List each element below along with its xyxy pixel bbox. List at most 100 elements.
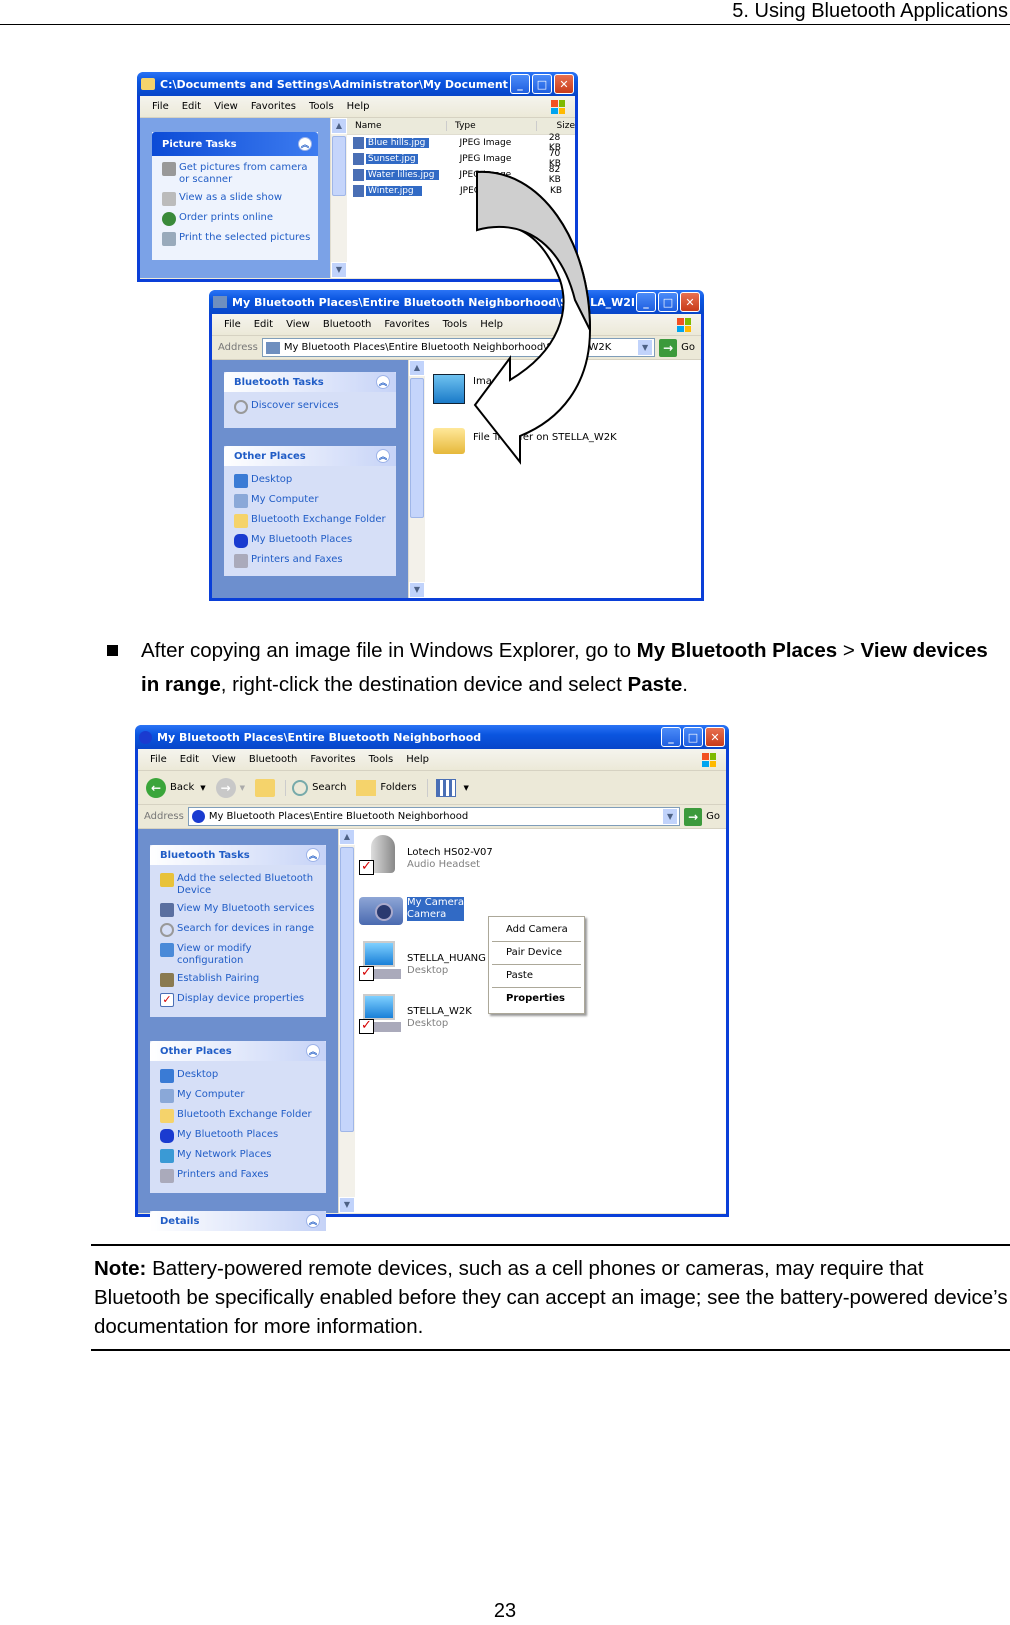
minimize-button[interactable]: _ bbox=[510, 74, 530, 94]
title-bar[interactable]: My Bluetooth Places\Entire Bluetooth Nei… bbox=[209, 290, 704, 314]
vertical-scrollbar[interactable]: ▲ ▼ bbox=[338, 829, 355, 1213]
menu-bluetooth[interactable]: Bluetooth bbox=[249, 754, 298, 765]
menu-favorites[interactable]: Favorites bbox=[251, 101, 296, 112]
place-my-computer[interactable]: My Computer bbox=[234, 494, 390, 508]
title-bar[interactable]: My Bluetooth Places\Entire Bluetooth Nei… bbox=[135, 725, 729, 749]
task-device-properties[interactable]: ✓ Display device properties bbox=[160, 993, 320, 1007]
place-printers-faxes[interactable]: Printers and Faxes bbox=[160, 1169, 320, 1183]
context-properties[interactable]: Properties bbox=[492, 988, 581, 1011]
bluetooth-tasks-header[interactable]: Bluetooth Tasks ︽ bbox=[150, 845, 326, 865]
folders-button[interactable]: Folders bbox=[356, 779, 417, 796]
menu-tools[interactable]: Tools bbox=[309, 101, 334, 112]
place-bluetooth-places[interactable]: My Bluetooth Places bbox=[234, 534, 390, 548]
bluetooth-tasks-header[interactable]: Bluetooth Tasks ︽ bbox=[224, 372, 396, 392]
menu-view[interactable]: View bbox=[214, 101, 238, 112]
menu-tools[interactable]: Tools bbox=[369, 754, 394, 765]
other-places-header[interactable]: Other Places ︽ bbox=[150, 1041, 326, 1061]
close-button[interactable]: ✕ bbox=[680, 292, 700, 312]
place-exchange-folder[interactable]: Bluetooth Exchange Folder bbox=[234, 514, 390, 528]
menu-view[interactable]: View bbox=[286, 319, 310, 330]
column-type[interactable]: Type bbox=[447, 121, 537, 131]
menu-view[interactable]: View bbox=[212, 754, 236, 765]
minimize-button[interactable]: _ bbox=[661, 727, 681, 747]
menu-help[interactable]: Help bbox=[347, 101, 370, 112]
address-input[interactable]: My Bluetooth Places\Entire Bluetooth Nei… bbox=[261, 338, 656, 357]
expand-icon[interactable]: ︽ bbox=[306, 1214, 320, 1228]
maximize-button[interactable]: □ bbox=[532, 74, 552, 94]
place-my-computer[interactable]: My Computer bbox=[160, 1089, 320, 1103]
scroll-thumb[interactable] bbox=[410, 378, 424, 518]
context-add-camera[interactable]: Add Camera bbox=[492, 919, 581, 942]
vertical-scrollbar[interactable]: ▲ ▼ bbox=[408, 360, 425, 598]
collapse-icon[interactable]: ︽ bbox=[306, 848, 320, 862]
scroll-thumb[interactable] bbox=[332, 136, 346, 196]
place-bluetooth-places[interactable]: My Bluetooth Places bbox=[160, 1129, 320, 1143]
menu-edit[interactable]: Edit bbox=[182, 101, 201, 112]
address-input[interactable]: My Bluetooth Places\Entire Bluetooth Nei… bbox=[187, 807, 681, 826]
menu-edit[interactable]: Edit bbox=[180, 754, 199, 765]
menu-file[interactable]: File bbox=[152, 101, 169, 112]
menu-file[interactable]: File bbox=[150, 754, 167, 765]
menu-help[interactable]: Help bbox=[480, 319, 503, 330]
place-exchange-folder[interactable]: Bluetooth Exchange Folder bbox=[160, 1109, 320, 1123]
task-print-pictures[interactable]: Print the selected pictures bbox=[162, 232, 312, 246]
back-button[interactable]: ← Back ▼ bbox=[146, 777, 206, 798]
details-header[interactable]: Details ︽ bbox=[150, 1211, 326, 1231]
service-file-transfer[interactable]: File Transfer on STELLA_W2K bbox=[429, 418, 617, 458]
collapse-icon[interactable]: ︽ bbox=[376, 449, 390, 463]
task-search-devices[interactable]: Search for devices in range bbox=[160, 923, 320, 937]
menu-favorites[interactable]: Favorites bbox=[384, 319, 429, 330]
scroll-up-button[interactable]: ▲ bbox=[339, 829, 355, 845]
context-paste[interactable]: Paste bbox=[492, 965, 581, 988]
service-imaging[interactable]: Imaging on bbox=[429, 366, 529, 406]
collapse-icon[interactable]: ︽ bbox=[306, 1044, 320, 1058]
picture-tasks-header[interactable]: Picture Tasks ︽ bbox=[152, 132, 318, 156]
search-button[interactable]: Search bbox=[285, 779, 346, 796]
place-network-places[interactable]: My Network Places bbox=[160, 1149, 320, 1163]
context-pair-device[interactable]: Pair Device bbox=[492, 942, 581, 965]
scroll-down-button[interactable]: ▼ bbox=[339, 1197, 355, 1213]
task-add-device[interactable]: Add the selected Bluetooth Device bbox=[160, 873, 320, 897]
file-row[interactable]: Winter.jpg JPEG Image KB bbox=[347, 183, 575, 199]
forward-button[interactable]: → ▼ bbox=[215, 777, 245, 798]
close-button[interactable]: ✕ bbox=[554, 74, 574, 94]
go-button[interactable]: → Go bbox=[684, 807, 720, 826]
views-button[interactable]: ▼ bbox=[426, 778, 469, 797]
menu-help[interactable]: Help bbox=[406, 754, 429, 765]
scroll-thumb[interactable] bbox=[340, 847, 354, 1132]
maximize-button[interactable]: □ bbox=[658, 292, 678, 312]
task-view-services[interactable]: View My Bluetooth services bbox=[160, 903, 320, 917]
column-name[interactable]: Name bbox=[347, 121, 447, 131]
task-modify-configuration[interactable]: View or modify configuration bbox=[160, 943, 320, 967]
left-scrollbar[interactable]: ▲ ▼ bbox=[330, 118, 347, 278]
title-bar[interactable]: C:\Documents and Settings\Administrator\… bbox=[137, 72, 578, 96]
scroll-down-button[interactable]: ▼ bbox=[331, 262, 347, 278]
menu-bluetooth[interactable]: Bluetooth bbox=[323, 319, 372, 330]
minimize-button[interactable]: _ bbox=[636, 292, 656, 312]
place-printers-faxes[interactable]: Printers and Faxes bbox=[234, 554, 390, 568]
scroll-down-button[interactable]: ▼ bbox=[409, 582, 425, 598]
file-row[interactable]: Sunset.jpg JPEG Image 70 KB bbox=[347, 149, 575, 169]
device-stella-huang[interactable]: ✓ STELLA_HUANG Desktop bbox=[359, 941, 486, 981]
place-desktop[interactable]: Desktop bbox=[160, 1069, 320, 1083]
file-row[interactable]: Water lilies.jpg JPEG Image 82 KB bbox=[347, 165, 575, 185]
menu-favorites[interactable]: Favorites bbox=[310, 754, 355, 765]
task-discover-services[interactable]: Discover services bbox=[234, 400, 390, 414]
scroll-up-button[interactable]: ▲ bbox=[409, 360, 425, 376]
address-dropdown[interactable]: ▼ bbox=[637, 339, 654, 356]
device-stella-w2k[interactable]: ✓ STELLA_W2K Desktop bbox=[359, 994, 472, 1034]
up-folder-button[interactable] bbox=[255, 778, 276, 797]
task-order-prints[interactable]: Order prints online bbox=[162, 212, 312, 226]
place-desktop[interactable]: Desktop bbox=[234, 474, 390, 488]
menu-tools[interactable]: Tools bbox=[443, 319, 468, 330]
file-row[interactable]: Blue hills.jpg JPEG Image 28 KB bbox=[347, 133, 575, 153]
column-size[interactable]: Size bbox=[537, 121, 575, 131]
maximize-button[interactable]: □ bbox=[683, 727, 703, 747]
collapse-icon[interactable]: ︽ bbox=[298, 137, 312, 151]
device-headset[interactable]: ✓ Lotech HS02-V07 Audio Headset bbox=[359, 835, 493, 875]
task-slide-show[interactable]: View as a slide show bbox=[162, 192, 312, 206]
collapse-icon[interactable]: ︽ bbox=[376, 375, 390, 389]
menu-edit[interactable]: Edit bbox=[254, 319, 273, 330]
scroll-up-button[interactable]: ▲ bbox=[331, 118, 347, 134]
device-camera[interactable]: My Camera Camera bbox=[359, 891, 464, 931]
